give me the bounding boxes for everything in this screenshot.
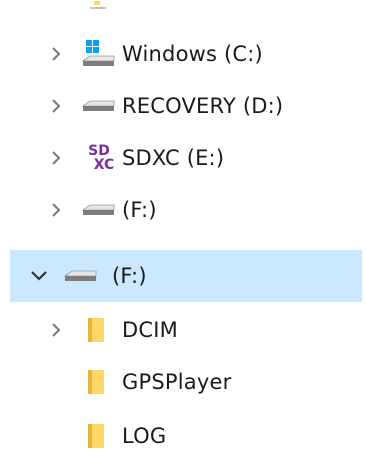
chevron-right-icon[interactable]	[45, 319, 67, 341]
chevron-right-icon[interactable]	[45, 43, 67, 65]
tree-item-f-drive-selected[interactable]: (F:)	[10, 250, 362, 302]
tree-item-gpsplayer[interactable]: GPSPlayer	[0, 356, 366, 408]
tree-item-label: DCIM	[122, 318, 178, 342]
sd-card-icon-text: SD	[88, 143, 110, 159]
tree-item-windows-c[interactable]: Windows (C:)	[0, 28, 366, 80]
tree-item-label: Windows (C:)	[122, 42, 263, 66]
tree-item-label: SDXC (E:)	[122, 146, 225, 170]
partial-item-icon	[86, 0, 116, 14]
navigation-tree: Windows (C:) RECOVERY (D:) SD XC SDXC (E…	[0, 0, 366, 449]
sd-card-icon-text: XC	[93, 157, 115, 173]
tree-item-label: RECOVERY (D:)	[122, 94, 284, 118]
tree-item-label: (F:)	[112, 264, 147, 288]
tree-item-f-drive[interactable]: (F:)	[0, 184, 366, 236]
chevron-down-icon[interactable]	[28, 265, 50, 287]
tree-item-label: (F:)	[122, 198, 157, 222]
sd-card-icon: SD XC	[84, 140, 118, 176]
folder-icon	[84, 315, 108, 345]
hard-drive-icon	[80, 96, 116, 116]
chevron-right-icon[interactable]	[45, 199, 67, 221]
tree-item-dcim[interactable]: DCIM	[0, 304, 366, 356]
tree-item-recovery-d[interactable]: RECOVERY (D:)	[0, 80, 366, 132]
chevron-right-icon[interactable]	[45, 147, 67, 169]
folder-icon	[84, 367, 108, 397]
tree-item-label: LOG	[122, 424, 167, 448]
windows-drive-icon	[80, 39, 116, 69]
removable-drive-icon	[80, 200, 116, 220]
tree-item-label: GPSPlayer	[122, 370, 232, 394]
chevron-right-icon[interactable]	[45, 95, 67, 117]
tree-item-sdxc-e[interactable]: SD XC SDXC (E:)	[0, 132, 366, 184]
removable-drive-icon	[62, 266, 98, 286]
folder-icon	[84, 421, 108, 451]
tree-item-log[interactable]: LOG	[0, 410, 366, 462]
